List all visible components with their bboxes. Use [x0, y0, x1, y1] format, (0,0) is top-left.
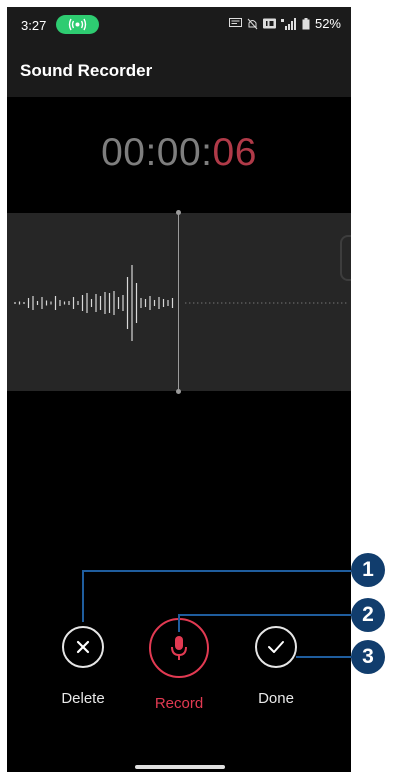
wave-baseline-dot — [285, 302, 287, 304]
playhead-handle-bottom[interactable] — [176, 389, 181, 394]
wave-baseline-dot — [345, 302, 347, 304]
wave-baseline-dot — [209, 302, 211, 304]
wave-baseline-dot — [213, 302, 215, 304]
active-call-indicator[interactable] — [56, 15, 99, 34]
wave-baseline-dot — [217, 302, 219, 304]
message-icon — [228, 18, 242, 27]
side-panel-handle[interactable] — [340, 235, 351, 281]
waveform — [14, 265, 347, 341]
callout-2: 2 — [351, 598, 385, 632]
record-control: Record — [134, 618, 224, 712]
callout-line-2-drop — [178, 614, 180, 632]
status-bar: 3:27 52% — [7, 7, 351, 45]
close-icon — [76, 640, 90, 654]
wave-baseline-dot — [185, 302, 187, 304]
wave-baseline-dot — [265, 302, 267, 304]
wave-baseline-dot — [189, 302, 191, 304]
home-indicator[interactable] — [135, 765, 225, 769]
app-bar: Sound Recorder — [7, 45, 351, 97]
done-button[interactable] — [255, 626, 297, 668]
wave-baseline-dot — [281, 302, 283, 304]
wave-baseline-dot — [337, 302, 339, 304]
waveform-panel[interactable] — [7, 210, 351, 394]
wave-baseline-dot — [245, 302, 247, 304]
timer-elapsed: 00:00: — [101, 131, 213, 174]
wave-baseline-dot — [249, 302, 251, 304]
app-title: Sound Recorder — [20, 61, 153, 80]
record-label: Record — [154, 695, 204, 712]
wave-baseline-dot — [301, 302, 303, 304]
recording-timer: 00:00:06 — [7, 131, 351, 175]
callout-line-1 — [82, 570, 369, 572]
hd-voice-icon — [262, 18, 276, 29]
wave-baseline-dot — [233, 302, 235, 304]
bell-off-icon — [247, 18, 258, 29]
delete-button[interactable] — [62, 626, 104, 668]
wave-baseline-dot — [253, 302, 255, 304]
wave-baseline-dot — [341, 302, 343, 304]
wave-baseline-dot — [225, 302, 227, 304]
wave-baseline-dot — [237, 302, 239, 304]
wave-baseline-dot — [269, 302, 271, 304]
status-time: 3:27 — [21, 18, 47, 33]
callout-3: 3 — [351, 640, 385, 674]
status-icons: 52% — [228, 16, 341, 31]
callout-line-1-drop — [82, 570, 84, 622]
wave-baseline-dot — [309, 302, 311, 304]
wave-baseline-dot — [317, 302, 319, 304]
wave-baseline-dot — [277, 302, 279, 304]
timer-seconds: 06 — [212, 131, 257, 174]
wave-baseline-dot — [305, 302, 307, 304]
signal-5g-icon — [280, 17, 296, 30]
wave-baseline-dot — [241, 302, 243, 304]
callout-1: 1 — [351, 553, 385, 587]
wave-baseline-dot — [193, 302, 195, 304]
delete-control: Delete — [38, 618, 128, 707]
wave-baseline-dot — [261, 302, 263, 304]
playhead-handle-top[interactable] — [176, 210, 181, 215]
broadcast-icon — [68, 18, 87, 31]
wave-baseline-dot — [297, 302, 299, 304]
wave-baseline-dot — [273, 302, 275, 304]
check-icon — [268, 641, 284, 653]
wave-baseline-dot — [329, 302, 331, 304]
wave-baseline-dot — [313, 302, 315, 304]
battery-icon — [302, 17, 310, 29]
wave-baseline-dot — [205, 302, 207, 304]
wave-baseline-dot — [293, 302, 295, 304]
wave-baseline-dot — [197, 302, 199, 304]
delete-label: Delete — [61, 690, 105, 707]
done-control: Done — [231, 618, 321, 707]
wave-baseline-dot — [221, 302, 223, 304]
callout-line-2 — [178, 614, 369, 616]
wave-baseline-dot — [229, 302, 231, 304]
done-label: Done — [258, 690, 294, 707]
wave-baseline-dot — [333, 302, 335, 304]
wave-baseline-dot — [257, 302, 259, 304]
wave-baseline-dot — [201, 302, 203, 304]
microphone-icon — [171, 636, 187, 660]
wave-baseline-dot — [325, 302, 327, 304]
playhead[interactable] — [178, 213, 179, 393]
wave-baseline-dot — [321, 302, 323, 304]
battery-percent: 52% — [314, 16, 341, 31]
wave-baseline-dot — [289, 302, 291, 304]
